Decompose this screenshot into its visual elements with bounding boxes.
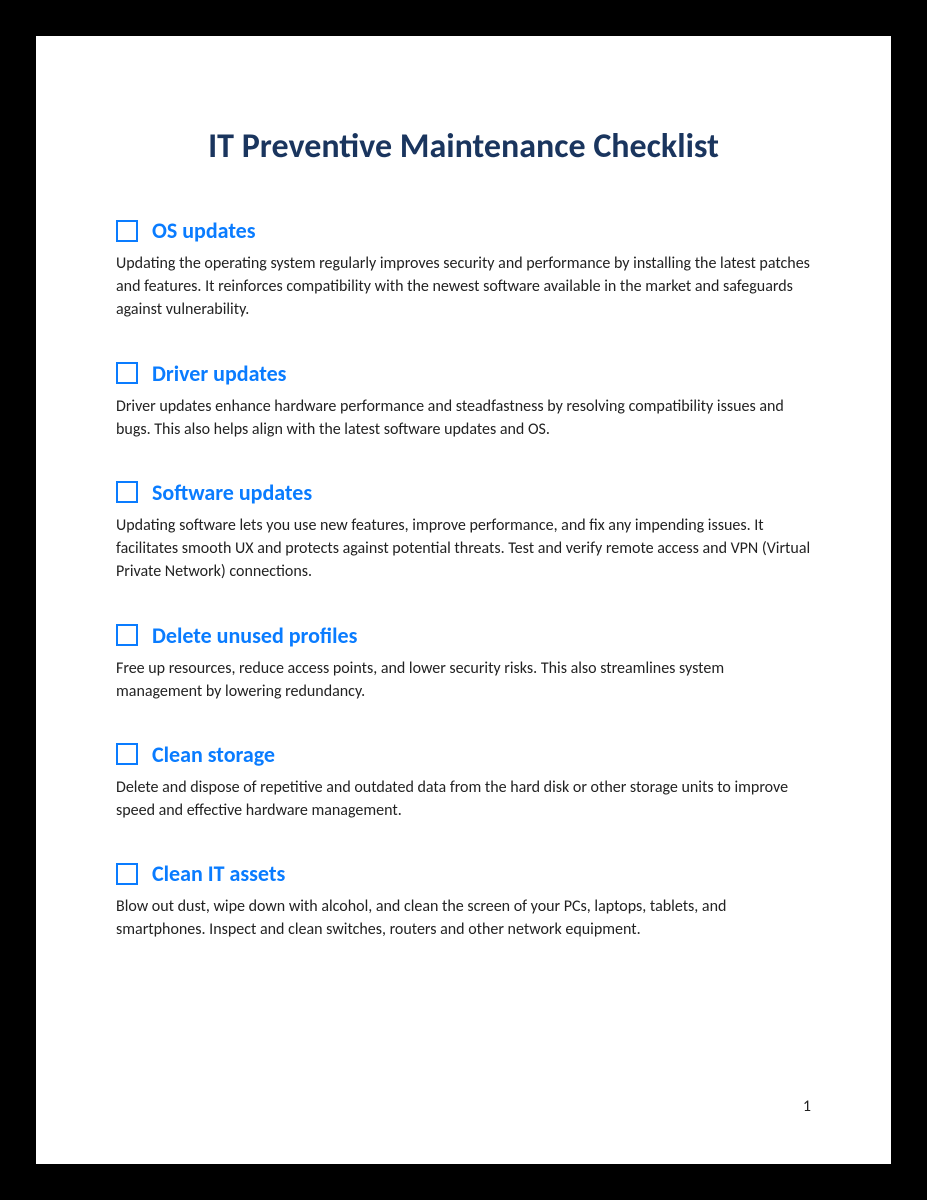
document-page: IT Preventive Maintenance Checklist OS u…: [36, 36, 891, 1164]
item-description: Blow out dust, wipe down with alcohol, a…: [116, 895, 811, 941]
item-header: OS updates: [116, 217, 811, 244]
checkbox-icon[interactable]: [116, 362, 138, 384]
item-title: Clean storage: [152, 741, 275, 768]
checkbox-icon[interactable]: [116, 624, 138, 646]
checkbox-icon[interactable]: [116, 863, 138, 885]
item-title: Clean IT assets: [152, 860, 285, 887]
item-title: Software updates: [152, 479, 312, 506]
checklist-item: Software updates Updating software lets …: [116, 479, 811, 584]
checklist-item: OS updates Updating the operating system…: [116, 217, 811, 322]
item-description: Delete and dispose of repetitive and out…: [116, 776, 811, 822]
item-description: Free up resources, reduce access points,…: [116, 657, 811, 703]
item-header: Clean IT assets: [116, 860, 811, 887]
checklist-item: Clean storage Delete and dispose of repe…: [116, 741, 811, 822]
item-header: Delete unused profiles: [116, 622, 811, 649]
checkbox-icon[interactable]: [116, 220, 138, 242]
item-header: Software updates: [116, 479, 811, 506]
item-description: Updating the operating system regularly …: [116, 252, 811, 322]
item-description: Driver updates enhance hardware performa…: [116, 395, 811, 441]
checkbox-icon[interactable]: [116, 481, 138, 503]
item-header: Clean storage: [116, 741, 811, 768]
item-header: Driver updates: [116, 360, 811, 387]
item-title: Delete unused profiles: [152, 622, 357, 649]
checklist-item: Clean IT assets Blow out dust, wipe down…: [116, 860, 811, 941]
item-description: Updating software lets you use new featu…: [116, 514, 811, 584]
page-title: IT Preventive Maintenance Checklist: [116, 126, 811, 167]
page-number: 1: [803, 1097, 811, 1116]
checkbox-icon[interactable]: [116, 743, 138, 765]
item-title: Driver updates: [152, 360, 286, 387]
checklist-item: Delete unused profiles Free up resources…: [116, 622, 811, 703]
item-title: OS updates: [152, 217, 256, 244]
checklist-item: Driver updates Driver updates enhance ha…: [116, 360, 811, 441]
